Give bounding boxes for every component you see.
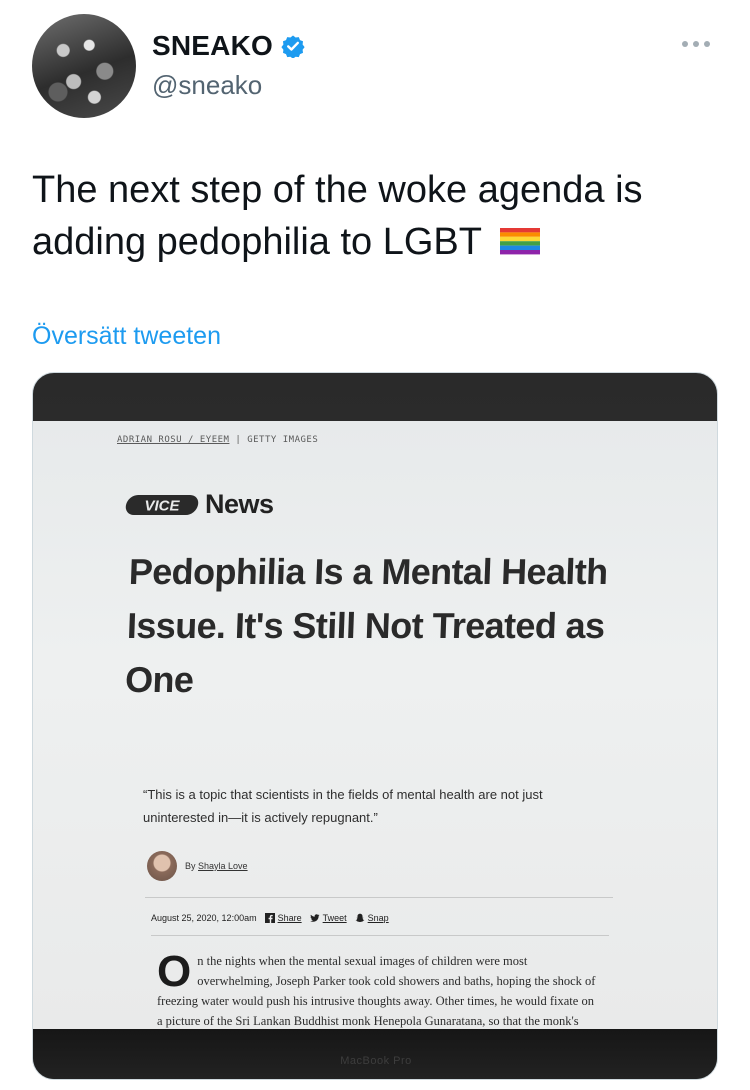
photo-credit: ADRIAN ROSU / EYEEM | GETTY IMAGES [117,435,318,445]
outlet-header: VICE News [125,489,274,520]
laptop-bezel: MacBook Pro [33,1029,717,1079]
share-twitter: Tweet [309,913,347,923]
tweet-text: The next step of the woke agenda is addi… [32,164,722,268]
tweet: SNEAKO @sneako The next step of the woke… [0,0,750,1090]
translate-tweet-link[interactable]: Översätt tweeten [32,322,221,351]
byline-text: By Shayla Love [185,861,248,871]
laptop-screen: ADRIAN ROSU / EYEEM | GETTY IMAGES VICE … [33,421,717,1033]
handle[interactable]: @sneako [152,70,262,101]
article-body: O n the nights when the mental sexual im… [157,947,597,1033]
tweet-body: The next step of the woke agenda is addi… [32,169,643,263]
rainbow-flag-icon [499,228,540,255]
more-options-icon[interactable] [682,36,714,52]
laptop-label: MacBook Pro [340,1055,412,1067]
verified-badge-icon [281,35,305,58]
photo-credit-agency: GETTY IMAGES [247,435,319,445]
display-name[interactable]: SNEAKO [152,30,273,62]
avatar[interactable] [32,14,136,118]
article-meta: August 25, 2020, 12:00am Share Tweet Sna… [151,913,389,923]
vice-logo-icon: VICE [125,494,199,515]
share-twitter-label: Tweet [322,913,347,923]
outlet-name: News [205,489,274,519]
share-snap: Snap [355,913,389,923]
divider [145,897,613,898]
share-snap-label: Snap [367,913,389,923]
byline-prefix: By [185,861,196,871]
vice-logo-text: VICE [144,497,180,514]
share-facebook: Share [264,913,302,923]
twitter-bird-icon [309,914,320,922]
divider [151,935,609,936]
credit-separator: | [235,435,248,445]
photo-credit-source: ADRIAN ROSU / EYEEM [117,435,230,445]
author-avatar [147,851,177,881]
facebook-icon [264,913,275,923]
share-facebook-label: Share [277,913,302,923]
article-subhead: “This is a topic that scientists in the … [143,787,543,825]
publish-date: August 25, 2020, 12:00am [151,913,257,923]
tweet-media-photo[interactable]: ADRIAN ROSU / EYEEM | GETTY IMAGES VICE … [32,372,718,1080]
author-name-row: SNEAKO [152,30,305,62]
article-headline: Pedophilia Is a Mental Health Issue. It'… [124,551,609,700]
byline: By Shayla Love [147,851,248,881]
article-dropcap: O [157,947,192,996]
byline-author: Shayla Love [198,861,248,871]
article-paragraph: n the nights when the mental sexual imag… [157,954,596,1028]
snapchat-ghost-icon [355,913,364,922]
